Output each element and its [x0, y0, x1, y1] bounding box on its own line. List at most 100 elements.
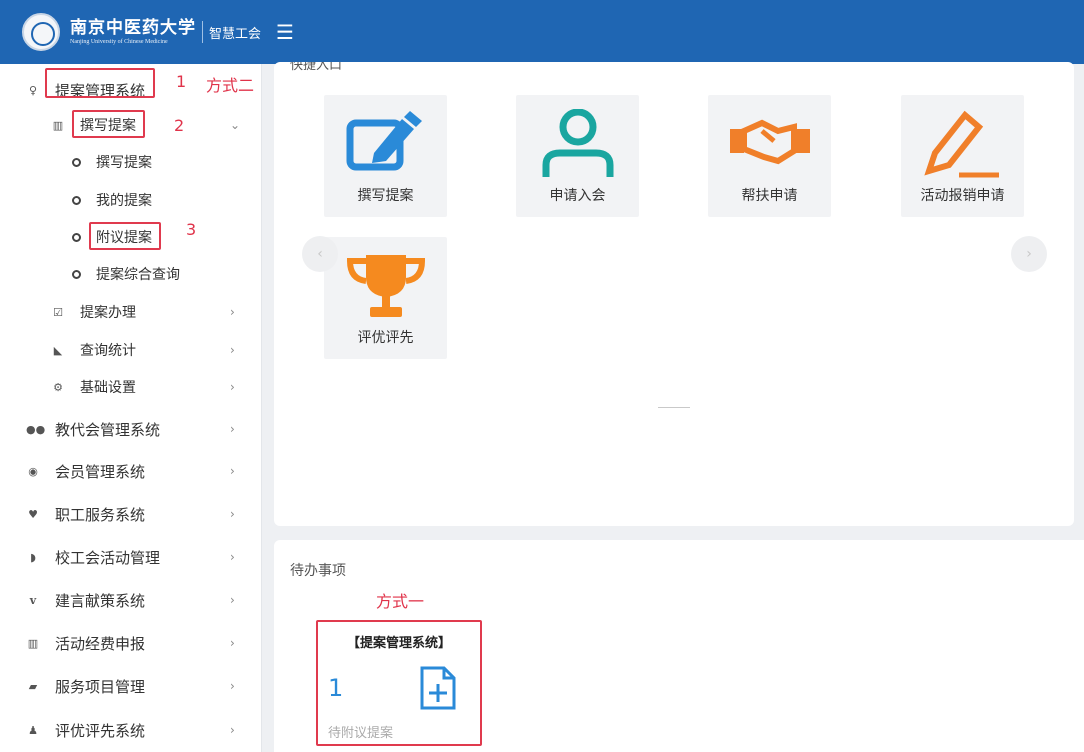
v-icon: v: [29, 593, 37, 607]
heart-icon: ♥: [28, 507, 38, 521]
sidebar-item-label: 基础设置: [80, 380, 136, 396]
sidebar-item-label: 查询统计: [80, 343, 136, 359]
chevron-right-icon: ›: [230, 507, 235, 521]
tile-label: 撰写提案: [357, 188, 414, 204]
brand-text: 南京中医药大学 Nanjing University of Chinese Me…: [70, 18, 196, 46]
person-icon: ♟: [28, 723, 38, 737]
annotation-number-1: 1: [176, 72, 187, 91]
user-circle-icon: ◉: [28, 464, 38, 478]
pencil-icon: [924, 110, 999, 178]
top-header: 南京中医药大学 Nanjing University of Chinese Me…: [0, 0, 1084, 64]
user-icon: [542, 109, 614, 177]
tile-awards[interactable]: 评优评先: [324, 237, 447, 359]
quick-entry-panel: 快捷入口 撰写提案 申请入会 帮扶申请 活动报销申请 评优评先 ‹ ›: [274, 62, 1074, 526]
carousel-indicator[interactable]: [658, 407, 690, 408]
sidebar-item-congress[interactable]: ●● 教代会管理系统 ›: [0, 410, 262, 448]
circle-icon: [72, 157, 81, 167]
columns-icon: ▥: [52, 118, 64, 132]
chevron-right-icon: ›: [230, 343, 235, 357]
circle-icon: [72, 269, 81, 279]
sidebar-item-label: 活动经费申报: [55, 634, 146, 653]
sidebar: ♀ 提案管理系统 ▥ 撰写提案 ⌄ 撰写提案 我的提案 附议提案 提案综合查询 …: [0, 64, 262, 752]
tile-assistance-apply[interactable]: 帮扶申请: [708, 95, 831, 217]
sidebar-item-label: 提案办理: [80, 305, 136, 321]
chevron-right-icon: ›: [230, 305, 235, 319]
sidebar-item-label: 校工会活动管理: [55, 548, 161, 567]
sidebar-leaf-query[interactable]: 提案综合查询: [0, 256, 262, 292]
trophy-icon: [346, 255, 426, 317]
todo-system-name: 【提案管理系统】: [346, 636, 451, 651]
sidebar-item-funds[interactable]: ▥ 活动经费申报 ›: [0, 624, 262, 662]
circle-icon: [72, 232, 81, 242]
brand-name-en: Nanjing University of Chinese Medicine: [70, 39, 168, 45]
hamburger-icon[interactable]: ☰: [276, 20, 294, 44]
edit-document-icon: [346, 111, 422, 171]
highlight-box-1: [45, 68, 155, 98]
tile-write-proposal[interactable]: 撰写提案: [324, 95, 447, 217]
annotation-method-2: 方式二: [206, 76, 255, 95]
tile-reimbursement-apply[interactable]: 活动报销申请: [901, 95, 1024, 217]
annotation-number-2: 2: [174, 116, 185, 135]
carousel-next-button[interactable]: ›: [1011, 236, 1047, 272]
chevron-right-icon: ›: [230, 464, 235, 478]
todo-title: 待办事项: [290, 563, 346, 579]
sidebar-leaf-mine[interactable]: 我的提案: [0, 182, 262, 218]
book-icon: ▰: [28, 679, 38, 693]
highlight-box-3: [89, 222, 161, 250]
edit-icon: ☑: [53, 305, 63, 319]
sidebar-item-label: 评优评先系统: [55, 721, 146, 740]
tile-label: 活动报销申请: [920, 188, 1005, 204]
todo-description: 待附议提案: [328, 726, 394, 741]
sidebar-item-member[interactable]: ◉ 会员管理系统 ›: [0, 452, 262, 490]
subsystem-name: 智慧工会: [209, 26, 262, 42]
chevron-right-icon: ›: [230, 679, 235, 693]
sidebar-item-settings[interactable]: ⚙ 基础设置 ›: [0, 369, 262, 405]
annotation-number-3: 3: [186, 220, 197, 239]
tile-label: 申请入会: [549, 188, 606, 204]
tile-label: 帮扶申请: [741, 188, 798, 204]
sidebar-item-label: 我的提案: [96, 193, 152, 209]
todo-item-card[interactable]: 【提案管理系统】 1 待附议提案: [316, 620, 482, 746]
tile-apply-membership[interactable]: 申请入会: [516, 95, 639, 217]
todo-panel: 待办事项 方式一 【提案管理系统】 1 待附议提案: [274, 540, 1084, 752]
university-logo: [22, 13, 60, 51]
chevron-right-icon: ›: [230, 723, 235, 737]
highlight-box-2: [72, 110, 145, 138]
chevron-right-icon: ›: [230, 636, 235, 650]
columns-icon: ▥: [27, 636, 39, 650]
file-add-icon: [420, 666, 456, 710]
leaf-icon: ◗: [30, 550, 36, 564]
sidebar-item-handling[interactable]: ☑ 提案办理 ›: [0, 294, 262, 330]
quick-entry-title: 快捷入口: [290, 62, 343, 73]
brand[interactable]: 南京中医药大学 Nanjing University of Chinese Me…: [0, 0, 262, 64]
chevron-down-icon: ⌄: [230, 118, 241, 132]
chevron-right-icon: ›: [230, 422, 235, 436]
sidebar-item-label: 教代会管理系统: [55, 420, 161, 439]
chevron-right-icon: ›: [230, 550, 235, 564]
brand-name-cn: 南京中医药大学: [70, 18, 196, 38]
sidebar-leaf-write[interactable]: 撰写提案: [0, 144, 262, 180]
area-chart-icon: ◣: [53, 343, 63, 357]
gear-icon: ⚙: [53, 380, 63, 394]
sidebar-item-projects[interactable]: ▰ 服务项目管理 ›: [0, 667, 262, 705]
sidebar-item-advice[interactable]: v 建言献策系统 ›: [0, 581, 262, 619]
sidebar-item-label: 建言献策系统: [55, 591, 146, 610]
sidebar-item-service[interactable]: ♥ 职工服务系统 ›: [0, 495, 262, 533]
sidebar-item-label: 会员管理系统: [55, 462, 146, 481]
todo-count: 1: [328, 674, 344, 702]
users-icon: ●●: [26, 422, 46, 436]
sidebar-item-label: 职工服务系统: [55, 505, 146, 524]
annotation-method-1: 方式一: [376, 592, 425, 611]
carousel-prev-button[interactable]: ‹: [302, 236, 338, 272]
chevron-right-icon: ›: [230, 593, 235, 607]
sidebar-item-label: 撰写提案: [96, 155, 152, 171]
sidebar-item-label: 服务项目管理: [55, 677, 146, 696]
sidebar-item-awards[interactable]: ♟ 评优评先系统 ›: [0, 711, 262, 749]
sidebar-item-activity[interactable]: ◗ 校工会活动管理 ›: [0, 538, 262, 576]
brand-divider: [202, 21, 203, 43]
circle-icon: [72, 195, 81, 205]
sidebar-item-label: 提案综合查询: [96, 267, 180, 283]
tile-label: 评优评先: [357, 330, 414, 346]
sidebar-item-stats[interactable]: ◣ 查询统计 ›: [0, 332, 262, 368]
lightbulb-icon: ♀: [28, 83, 38, 97]
